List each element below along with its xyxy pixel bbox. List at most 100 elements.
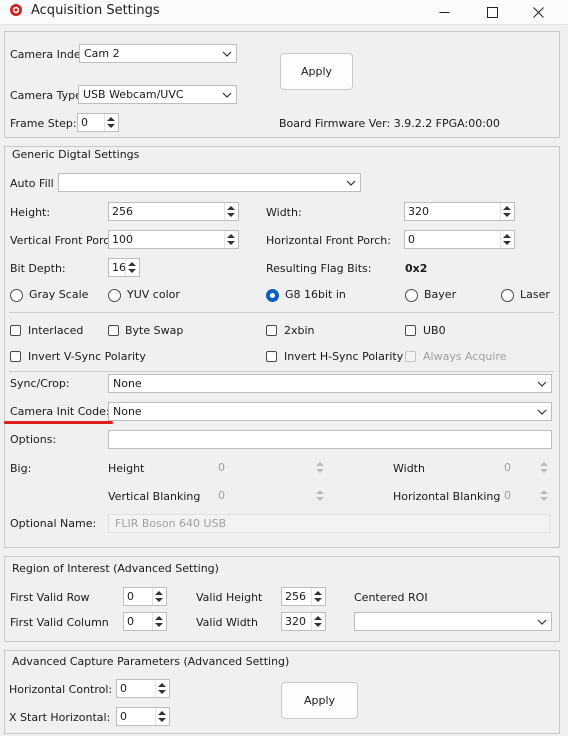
spinner-arrows-icon[interactable]: [224, 231, 238, 248]
spinner-arrows-icon[interactable]: [152, 588, 166, 605]
height-value: 256: [112, 205, 133, 218]
first-valid-row-spinner[interactable]: 0: [123, 587, 167, 606]
big-width-value: 0: [504, 461, 511, 474]
spinner-arrows-icon[interactable]: [125, 259, 139, 276]
spinner-arrows-icon[interactable]: [500, 231, 514, 248]
close-icon: [532, 6, 544, 18]
radio-selected-icon: [266, 289, 279, 302]
minimize-icon: [439, 11, 449, 13]
close-button[interactable]: [515, 0, 561, 24]
first-valid-column-spinner[interactable]: 0: [123, 612, 167, 631]
maximize-button[interactable]: [469, 0, 515, 24]
options-input[interactable]: [108, 430, 552, 449]
minimize-button[interactable]: [421, 0, 467, 24]
camera-index-select[interactable]: Cam 2: [79, 44, 237, 63]
vertical-front-porch-label: Vertical Front Porch:: [10, 234, 120, 247]
checkbox-icon: [405, 325, 416, 336]
width-spinner[interactable]: 320: [404, 202, 515, 221]
camera-type-select[interactable]: USB Webcam/UVC: [78, 85, 237, 104]
checkbox-2xbin-label: 2xbin: [284, 324, 315, 337]
big-vertical-blanking-label: Vertical Blanking: [108, 490, 201, 503]
checkbox-icon: [10, 325, 21, 336]
chevron-down-icon: [222, 51, 232, 57]
radio-laser-label: Laser: [520, 288, 550, 301]
sync-crop-select[interactable]: None: [108, 374, 552, 393]
divider: [9, 371, 554, 372]
checkbox-icon: [10, 351, 21, 362]
horizontal-front-porch-spinner[interactable]: 0: [404, 230, 515, 249]
radio-bayer-label: Bayer: [424, 288, 457, 301]
maximize-icon: [486, 6, 498, 18]
spinner-arrows-icon: [313, 487, 327, 504]
camera-index-value: Cam 2: [84, 47, 120, 60]
spinner-arrows-icon[interactable]: [311, 588, 325, 605]
checkbox-interlaced-label: Interlaced: [28, 324, 84, 337]
spinner-arrows-icon[interactable]: [152, 613, 166, 630]
camera-apply-button[interactable]: Apply: [280, 53, 353, 90]
checkbox-byte-swap-label: Byte Swap: [125, 324, 184, 337]
centered-roi-select[interactable]: [354, 612, 552, 631]
valid-height-label: Valid Height: [196, 591, 263, 604]
centered-roi-label: Centered ROI: [354, 591, 428, 604]
horizontal-front-porch-value: 0: [408, 233, 415, 246]
spinner-arrows-icon[interactable]: [155, 708, 169, 725]
big-vertical-blanking-value: 0: [218, 489, 225, 502]
advanced-apply-button[interactable]: Apply: [281, 682, 358, 719]
radio-circle-icon: [501, 289, 514, 302]
radio-gray-scale-label: Gray Scale: [29, 288, 89, 301]
checkbox-icon: [405, 351, 416, 362]
big-horizontal-blanking-spinner: 0: [500, 486, 552, 505]
flag-bits-label: Resulting Flag Bits:: [266, 262, 372, 275]
big-width-spinner: 0: [500, 458, 552, 477]
checkbox-always-acquire-label: Always Acquire: [423, 350, 507, 363]
big-horizontal-blanking-value: 0: [504, 489, 511, 502]
big-horizontal-blanking-label: Horizontal Blanking: [393, 490, 501, 503]
radio-circle-icon: [10, 289, 23, 302]
x-start-horizontal-spinner[interactable]: 0: [116, 707, 170, 726]
optional-name-label: Optional Name:: [10, 517, 97, 530]
spinner-arrows-icon[interactable]: [224, 203, 238, 220]
big-height-spinner: 0: [214, 458, 328, 477]
valid-width-label: Valid Width: [196, 616, 258, 629]
flag-bits-value: 0x2: [405, 262, 428, 275]
spinner-arrows-icon[interactable]: [311, 613, 325, 630]
window-title: Acquisition Settings: [31, 3, 160, 18]
spinner-arrows-icon[interactable]: [104, 114, 118, 131]
radio-g8-16bit-label: G8 16bit in: [285, 288, 346, 301]
bit-depth-label: Bit Depth:: [10, 262, 66, 275]
valid-height-value: 256: [285, 590, 306, 603]
valid-height-spinner[interactable]: 256: [281, 587, 326, 606]
spinner-arrows-icon[interactable]: [500, 203, 514, 220]
horizontal-front-porch-label: Horizontal Front Porch:: [266, 234, 391, 247]
app-icon: [10, 4, 22, 16]
valid-width-value: 320: [285, 615, 306, 628]
optional-name-value: FLIR Boson 640 USB: [115, 517, 227, 530]
big-label: Big:: [10, 462, 32, 475]
sync-crop-label: Sync/Crop:: [10, 377, 70, 390]
vertical-front-porch-spinner[interactable]: 100: [108, 230, 239, 249]
frame-step-spinner[interactable]: 0: [77, 113, 119, 132]
frame-step-label: Frame Step:: [10, 117, 77, 130]
valid-width-spinner[interactable]: 320: [281, 612, 326, 631]
camera-init-code-select[interactable]: None: [108, 402, 552, 421]
camera-init-code-label: Camera Init Code:: [10, 405, 110, 418]
checkbox-icon: [266, 351, 277, 362]
horizontal-control-label: Horizontal Control:: [9, 683, 113, 696]
horizontal-control-value: 0: [120, 682, 127, 695]
bit-depth-value: 16: [112, 261, 126, 274]
bit-depth-spinner[interactable]: 16: [108, 258, 140, 277]
radio-circle-icon: [108, 289, 121, 302]
height-spinner[interactable]: 256: [108, 202, 239, 221]
big-height-label: Height: [108, 462, 145, 475]
big-vertical-blanking-spinner: 0: [214, 486, 328, 505]
horizontal-control-spinner[interactable]: 0: [116, 679, 170, 698]
x-start-horizontal-label: X Start Horizontal:: [9, 711, 111, 724]
big-width-label: Width: [393, 462, 425, 475]
radio-yuv-color-label: YUV color: [127, 288, 180, 301]
auto-fill-select[interactable]: [58, 173, 361, 192]
spinner-arrows-icon[interactable]: [155, 680, 169, 697]
divider: [9, 312, 554, 313]
frame-step-value: 0: [81, 116, 88, 129]
spinner-arrows-icon: [537, 487, 551, 504]
first-valid-row-label: First Valid Row: [10, 591, 90, 604]
